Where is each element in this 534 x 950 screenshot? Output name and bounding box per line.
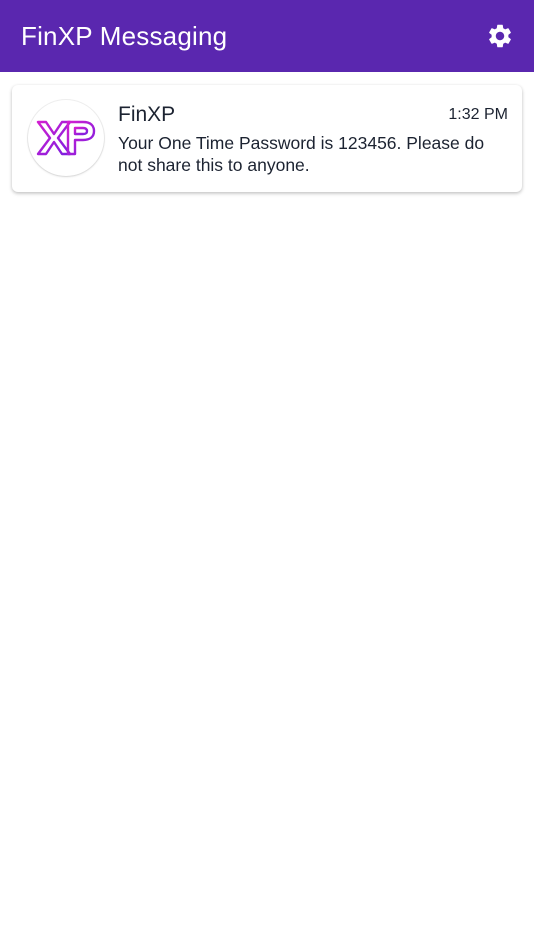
gear-icon bbox=[489, 24, 511, 48]
finxp-logo-icon bbox=[36, 120, 96, 156]
message-body: Your One Time Password is 123456. Please… bbox=[118, 133, 485, 175]
finxp-logo-avatar bbox=[28, 100, 104, 176]
message-time: 1:32 PM bbox=[448, 106, 508, 123]
message-item[interactable]: FinXP 1:32 PM Your One Time Password is … bbox=[12, 85, 522, 192]
settings-button[interactable] bbox=[484, 20, 516, 52]
app-bar: FinXP Messaging bbox=[0, 0, 534, 72]
app-title: FinXP Messaging bbox=[21, 20, 228, 51]
sender-name: FinXP bbox=[118, 103, 176, 126]
